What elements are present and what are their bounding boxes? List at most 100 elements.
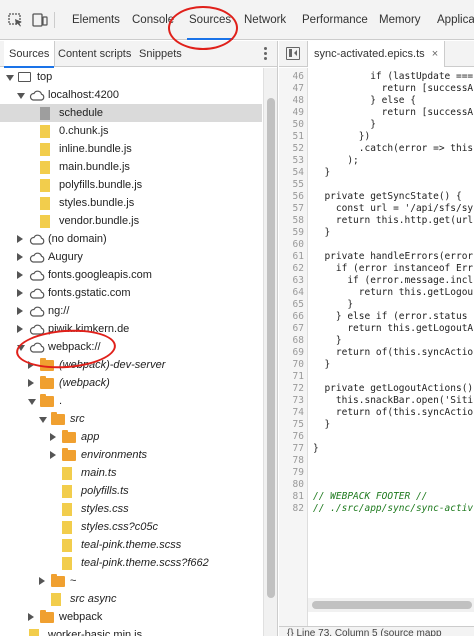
- line-number: 51: [292, 131, 304, 142]
- tree-item-label: Augury: [48, 251, 83, 263]
- tree-item[interactable]: polyfills.bundle.js: [0, 176, 262, 194]
- tree-item[interactable]: webpack: [0, 608, 262, 626]
- status-text: {} Line 73, Column 5 (source mapp: [287, 628, 442, 636]
- tree-item-label: ng://: [48, 305, 70, 317]
- tab-elements[interactable]: Elements: [72, 0, 120, 40]
- navigator-tab-snippets[interactable]: Snippets: [139, 41, 182, 67]
- line-number: 55: [292, 179, 304, 190]
- tab-console[interactable]: Console: [132, 0, 174, 40]
- tree-item-label: (webpack): [59, 377, 110, 389]
- close-tab-icon[interactable]: ×: [432, 48, 438, 60]
- code-line: return [successA: [313, 83, 474, 94]
- code-line: }: [313, 299, 354, 310]
- code-line: // ./src/app/sync/sync-activ: [313, 503, 474, 514]
- tree-item-label: webpack: [59, 611, 103, 623]
- tree-item[interactable]: (webpack)-dev-server: [0, 356, 262, 374]
- tree-item[interactable]: 0.chunk.js: [0, 122, 262, 140]
- tree-item-label: polyfills.ts: [81, 485, 129, 497]
- tab-performance[interactable]: Performance: [302, 0, 368, 40]
- code-line: private handleErrors(error: [313, 251, 474, 262]
- navigator-scrollbar-thumb[interactable]: [267, 98, 275, 598]
- tab-sources[interactable]: Sources: [186, 0, 234, 40]
- expanded-arrow-icon[interactable]: [17, 345, 25, 351]
- editor-tab[interactable]: sync-activated.epics.ts ×: [307, 41, 446, 67]
- tree-item[interactable]: ng://: [0, 302, 262, 320]
- line-number: 80: [292, 479, 304, 490]
- tree-item[interactable]: (webpack): [0, 374, 262, 392]
- tab-memory[interactable]: Memory: [379, 0, 421, 40]
- code-line: } else {: [313, 95, 416, 106]
- tree-item[interactable]: top: [0, 68, 262, 86]
- collapsed-arrow-icon[interactable]: [17, 271, 23, 279]
- tree-item[interactable]: inline.bundle.js: [0, 140, 262, 158]
- code-area[interactable]: 46 if (lastUpdate === 47 return [successA…: [279, 68, 474, 636]
- code-line: }): [313, 131, 371, 142]
- code-line: return this.http.get(url: [313, 215, 474, 226]
- inspect-element-icon[interactable]: [8, 13, 24, 27]
- tree-item[interactable]: fonts.gstatic.com: [0, 284, 262, 302]
- editor-scrollbar-thumb[interactable]: [312, 601, 472, 609]
- line-number: 69: [292, 347, 304, 358]
- tree-item-label: worker-basic.min.js: [48, 629, 143, 636]
- tree-item[interactable]: ~: [0, 572, 262, 590]
- collapsed-arrow-icon[interactable]: [17, 307, 23, 315]
- tab-network[interactable]: Network: [244, 0, 286, 40]
- tree-item[interactable]: main.bundle.js: [0, 158, 262, 176]
- expanded-arrow-icon[interactable]: [6, 75, 14, 81]
- collapsed-arrow-icon[interactable]: [39, 577, 45, 585]
- tree-item[interactable]: styles.css: [0, 500, 262, 518]
- collapsed-arrow-icon[interactable]: [28, 379, 34, 387]
- tree-item-label: piwik.kimkern.de: [48, 323, 130, 335]
- tree-item[interactable]: styles.bundle.js: [0, 194, 262, 212]
- tree-item[interactable]: webpack://: [0, 338, 262, 356]
- navigator-tab-content-scripts[interactable]: Content scripts: [58, 41, 131, 67]
- line-number: 74: [292, 407, 304, 418]
- toggle-navigator-icon[interactable]: [286, 47, 300, 60]
- tree-item[interactable]: teal-pink.theme.scss: [0, 536, 262, 554]
- expanded-arrow-icon[interactable]: [28, 399, 36, 405]
- tree-item[interactable]: fonts.googleapis.com: [0, 266, 262, 284]
- tree-item[interactable]: main.ts: [0, 464, 262, 482]
- tree-item[interactable]: environments: [0, 446, 262, 464]
- tree-item[interactable]: src: [0, 410, 262, 428]
- tree-item[interactable]: piwik.kimkern.de: [0, 320, 262, 338]
- tab-application[interactable]: Applicat: [437, 0, 474, 40]
- line-number: 61: [292, 251, 304, 262]
- cloud-icon: [29, 252, 45, 263]
- collapsed-arrow-icon[interactable]: [50, 433, 56, 441]
- collapsed-arrow-icon[interactable]: [17, 235, 23, 243]
- expanded-arrow-icon[interactable]: [17, 93, 25, 99]
- collapsed-arrow-icon[interactable]: [17, 289, 23, 297]
- tree-item-label: schedule: [59, 107, 104, 119]
- tree-item[interactable]: src async: [0, 590, 262, 608]
- tree-item[interactable]: localhost:4200: [0, 86, 262, 104]
- more-options-icon[interactable]: [264, 47, 268, 61]
- editor-horizontal-scrollbar[interactable]: [308, 598, 474, 612]
- tree-item[interactable]: polyfills.ts: [0, 482, 262, 500]
- tree-item[interactable]: app: [0, 428, 262, 446]
- tree-item-label: vendor.bundle.js: [59, 215, 140, 227]
- tree-item-label: inline.bundle.js: [59, 143, 132, 155]
- file-icon: [40, 179, 50, 192]
- editor-status-bar: {} Line 73, Column 5 (source mapp: [279, 626, 474, 636]
- navigator-tab-sources[interactable]: Sources: [4, 41, 56, 68]
- expanded-arrow-icon[interactable]: [39, 417, 47, 423]
- tree-item[interactable]: worker-basic.min.js: [0, 626, 262, 636]
- collapsed-arrow-icon[interactable]: [50, 451, 56, 459]
- device-toolbar-icon[interactable]: [32, 13, 48, 27]
- collapsed-arrow-icon[interactable]: [17, 325, 23, 333]
- collapsed-arrow-icon[interactable]: [28, 613, 34, 621]
- tree-item[interactable]: styles.css?c05c: [0, 518, 262, 536]
- collapsed-arrow-icon[interactable]: [28, 361, 34, 369]
- cloud-icon: [29, 270, 45, 281]
- navigator-scrollbar[interactable]: [263, 68, 277, 636]
- tree-item[interactable]: teal-pink.theme.scss?f662: [0, 554, 262, 572]
- line-number: 70: [292, 359, 304, 370]
- tree-item[interactable]: Augury: [0, 248, 262, 266]
- tree-item[interactable]: schedule: [0, 104, 262, 122]
- tree-item[interactable]: .: [0, 392, 262, 410]
- line-number: 54: [292, 167, 304, 178]
- tree-item[interactable]: (no domain): [0, 230, 262, 248]
- collapsed-arrow-icon[interactable]: [17, 253, 23, 261]
- tree-item[interactable]: vendor.bundle.js: [0, 212, 262, 230]
